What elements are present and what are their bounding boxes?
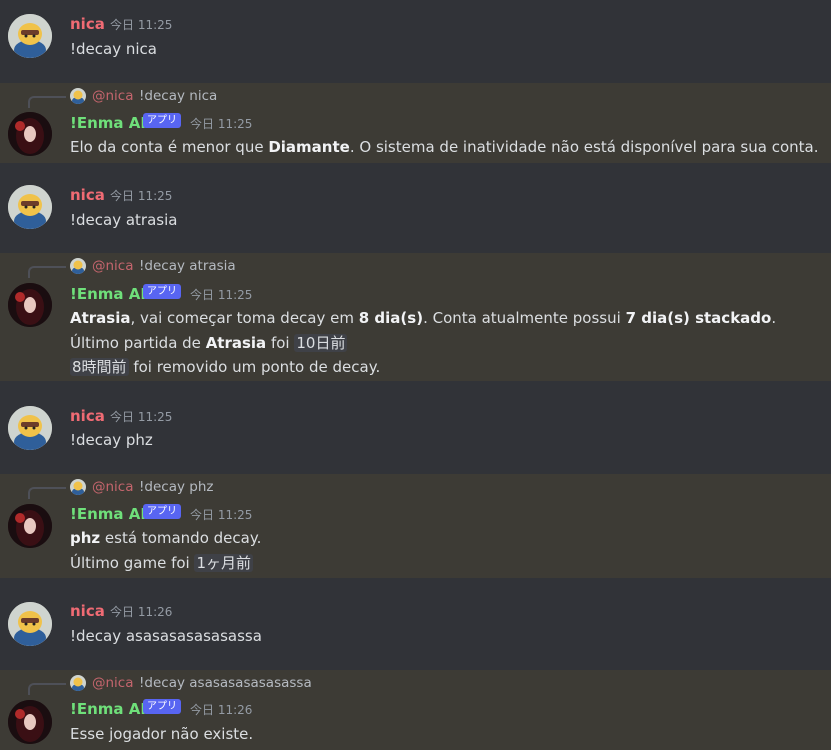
message-line-2: Último partida de Atrasia foi 10日前	[70, 331, 348, 355]
text-segment: .	[771, 309, 777, 327]
text-segment: , vai começar toma decay em	[130, 309, 359, 327]
reply-mention[interactable]: @nica	[92, 477, 134, 497]
reply-avatar	[70, 479, 86, 495]
author-name[interactable]: !Enma AI	[70, 114, 146, 132]
message-line-2: Último game foi 1ヶ月前	[70, 551, 254, 575]
author-name[interactable]: !Enma AI	[70, 505, 146, 523]
text-segment: . O sistema de inatividade não está disp…	[349, 138, 819, 156]
author-name[interactable]: nica	[70, 407, 105, 425]
reply-reference[interactable]: @nica !decay atrasia	[28, 256, 428, 278]
enma-avatar[interactable]	[8, 700, 52, 744]
timestamp: 今日 11:25	[190, 117, 253, 131]
relative-timestamp[interactable]: 10日前	[294, 334, 348, 352]
reply-connector	[28, 96, 66, 108]
reply-avatar	[70, 675, 86, 691]
reply-reference[interactable]: @nica !decay asasasasasasassa	[28, 673, 428, 695]
message-user: nica 今日 11:25 !decay phz	[0, 381, 831, 474]
bold-player: phz	[70, 529, 101, 547]
text-segment: está tomando decay.	[100, 529, 262, 547]
bold-days: 8 dia(s)	[358, 309, 424, 327]
bold-rank: Diamante	[268, 138, 350, 156]
message-line-1: phz está tomando decay.	[70, 526, 261, 550]
author-name[interactable]: nica	[70, 15, 105, 33]
message-bot: @nica !decay nica !Enma AI アプリ 今日 11:25 …	[0, 83, 831, 163]
relative-timestamp[interactable]: 1ヶ月前	[194, 554, 254, 572]
message-user: nica 今日 11:26 !decay asasasasasasassa	[0, 578, 831, 670]
author-name[interactable]: nica	[70, 186, 105, 204]
message-bot: @nica !decay phz !Enma AI アプリ 今日 11:25 p…	[0, 474, 831, 578]
reply-mention[interactable]: @nica	[92, 673, 134, 693]
message-content: !decay atrasia	[70, 211, 178, 229]
app-badge: アプリ	[143, 699, 181, 714]
text-segment: . Conta atualmente possui	[423, 309, 626, 327]
text-segment: foi removido um ponto de decay.	[128, 358, 381, 376]
text-segment: Último game foi	[70, 554, 195, 572]
nica-avatar[interactable]	[8, 185, 52, 229]
nica-avatar[interactable]	[8, 14, 52, 58]
author-name[interactable]: !Enma AI	[70, 285, 146, 303]
message-content: !decay asasasasasasassa	[70, 627, 262, 645]
reply-text: !decay asasasasasasassa	[139, 675, 312, 691]
message-content: !decay phz	[70, 431, 153, 449]
message-bot: @nica !decay asasasasasasassa !Enma AI ア…	[0, 670, 831, 750]
reply-reference[interactable]: @nica !decay nica	[28, 86, 428, 108]
message-content: Elo da conta é menor que Diamante. O sis…	[70, 135, 818, 159]
message-bot: @nica !decay atrasia !Enma AI アプリ 今日 11:…	[0, 253, 831, 381]
nica-avatar[interactable]	[8, 406, 52, 450]
author-name[interactable]: nica	[70, 602, 105, 620]
reply-text: !decay phz	[139, 479, 214, 495]
timestamp: 今日 11:25	[190, 288, 253, 302]
timestamp: 今日 11:26	[190, 703, 253, 717]
text-segment: Elo da conta é menor que	[70, 138, 269, 156]
nica-avatar[interactable]	[8, 602, 52, 646]
app-badge: アプリ	[143, 113, 181, 128]
reply-mention[interactable]: @nica	[92, 86, 134, 106]
text-segment: Último partida de	[70, 334, 206, 352]
message-content: Esse jogador não existe.	[70, 725, 254, 743]
reply-avatar	[70, 258, 86, 274]
reply-connector	[28, 266, 66, 278]
message-line-1: Atrasia, vai começar toma decay em 8 dia…	[70, 306, 776, 330]
timestamp: 今日 11:25	[110, 18, 173, 32]
bold-stacked: 7 dia(s) stackado	[625, 309, 772, 327]
enma-avatar[interactable]	[8, 112, 52, 156]
timestamp: 今日 11:25	[110, 189, 173, 203]
reply-avatar	[70, 88, 86, 104]
author-name[interactable]: !Enma AI	[70, 700, 146, 718]
reply-connector	[28, 683, 66, 695]
app-badge: アプリ	[143, 504, 181, 519]
app-badge: アプリ	[143, 284, 181, 299]
enma-avatar[interactable]	[8, 283, 52, 327]
timestamp: 今日 11:26	[110, 605, 173, 619]
reply-reference[interactable]: @nica !decay phz	[28, 477, 428, 499]
message-content: !decay nica	[70, 40, 157, 58]
text-segment: foi	[266, 334, 295, 352]
bold-player: Atrasia	[70, 309, 131, 327]
timestamp: 今日 11:25	[110, 410, 173, 424]
reply-mention[interactable]: @nica	[92, 256, 134, 276]
message-user: nica 今日 11:25 !decay nica	[0, 0, 831, 82]
reply-text: !decay atrasia	[139, 258, 236, 274]
reply-connector	[28, 487, 66, 499]
message-user: nica 今日 11:25 !decay atrasia	[0, 163, 831, 253]
message-line-3: 8時間前 foi removido um ponto de decay.	[70, 355, 380, 379]
timestamp: 今日 11:25	[190, 508, 253, 522]
bold-player: Atrasia	[205, 334, 267, 352]
relative-timestamp[interactable]: 8時間前	[70, 358, 129, 376]
enma-avatar[interactable]	[8, 504, 52, 548]
reply-text: !decay nica	[139, 88, 218, 104]
